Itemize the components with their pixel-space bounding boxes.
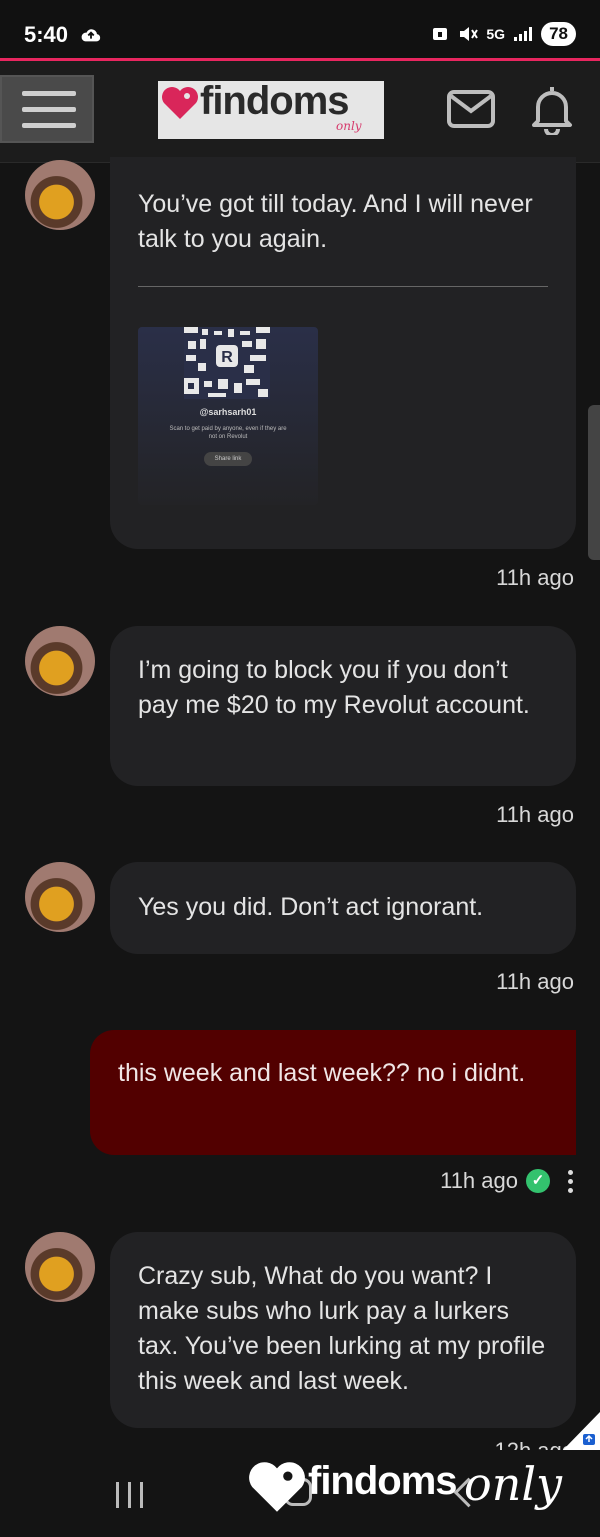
heart-tag-icon [162, 87, 198, 119]
avatar[interactable] [25, 626, 95, 696]
read-check-icon: ✓ [526, 1169, 550, 1193]
watermark-logo: findoms only [246, 1455, 600, 1537]
message-text: this week and last week?? no i didnt. [118, 1059, 526, 1087]
message-timestamp: 11h ago [496, 969, 574, 994]
message-text: Crazy sub, What do you want? I make subs… [138, 1262, 546, 1395]
hamburger-icon-line [22, 123, 76, 128]
message-text: You’ve got till today. And I will never … [138, 190, 533, 253]
mail-icon[interactable] [446, 89, 496, 129]
app-header: findoms only [0, 61, 600, 163]
message-timestamp: 11h ago [496, 565, 574, 590]
avatar[interactable] [25, 862, 95, 932]
network-label: 5G [486, 26, 506, 42]
mute-icon [460, 27, 479, 41]
qr-attachment-image[interactable]: R @sarhsarh01 Scan to get paid by anyone… [138, 327, 318, 505]
hamburger-icon-line [22, 107, 76, 112]
sent-message-bubble: this week and last week?? no i didnt. [90, 1030, 576, 1155]
divider [138, 286, 548, 287]
message-bubble: You’ve got till today. And I will never … [110, 157, 576, 549]
corner-badge-icon[interactable] [563, 1412, 600, 1450]
heart-tag-icon [249, 1462, 305, 1512]
avatar[interactable] [25, 1232, 95, 1302]
svg-text:R: R [221, 349, 233, 366]
message-bubble: Yes you did. Don’t act ignorant. [110, 862, 576, 954]
menu-button[interactable] [0, 75, 94, 143]
logo-text: findoms [200, 79, 350, 123]
avatar[interactable] [25, 160, 95, 230]
watermark-subtext: only [464, 1457, 563, 1511]
site-logo[interactable]: findoms only [158, 79, 384, 139]
hamburger-icon [22, 91, 76, 96]
message-text: Yes you did. Don’t act ignorant. [138, 893, 484, 921]
watermark-text: findoms [308, 1459, 458, 1503]
message-timestamp: 11h ago [496, 802, 574, 827]
bell-icon[interactable] [528, 83, 576, 135]
notification-icon [433, 28, 448, 40]
message-timestamp: 11h ago [440, 1168, 518, 1193]
recent-apps-button[interactable] [116, 1482, 144, 1508]
scrollbar[interactable] [588, 405, 600, 560]
more-options-icon[interactable] [568, 1169, 574, 1193]
qr-description: Scan to get paid by anyone, even if they… [169, 426, 287, 440]
logo-subtext: only [336, 119, 362, 133]
status-time: 5:40 [24, 22, 69, 47]
status-bar: 5:40 5G 78 [0, 0, 600, 58]
message-text: I’m going to block you if you don’t pay … [138, 656, 530, 719]
message-bubble: I’m going to block you if you don’t pay … [110, 626, 576, 786]
share-link-button[interactable]: Share link [204, 452, 252, 466]
sent-message-meta: 11h ago ✓ [440, 1168, 574, 1194]
qr-handle: @sarhsarh01 [199, 407, 257, 417]
battery-indicator: 78 [541, 22, 576, 46]
qr-code-icon: R [184, 327, 270, 399]
message-bubble: Crazy sub, What do you want? I make subs… [110, 1232, 576, 1428]
cloud-upload-icon [81, 29, 101, 42]
signal-icon [514, 27, 533, 41]
